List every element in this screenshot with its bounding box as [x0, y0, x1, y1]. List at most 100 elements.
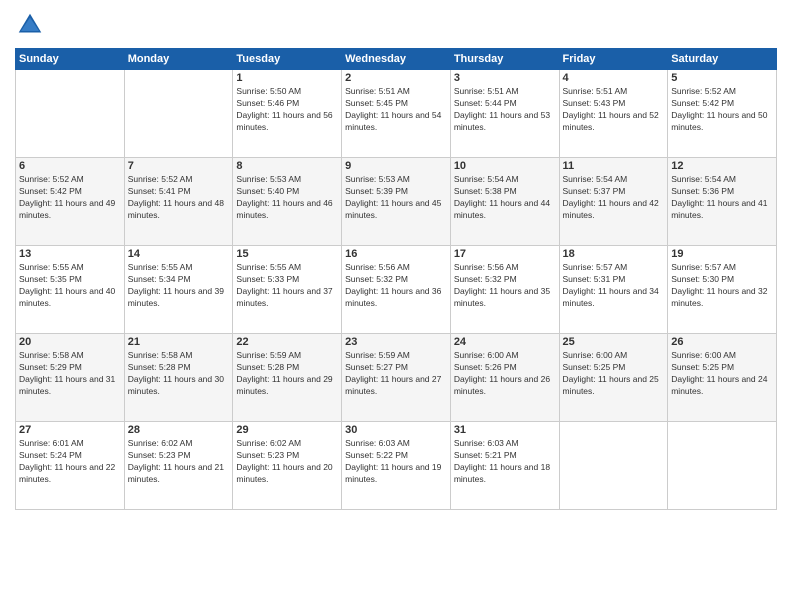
day-info: Sunrise: 5:50 AMSunset: 5:46 PMDaylight:… [236, 86, 338, 134]
day-cell: 6 Sunrise: 5:52 AMSunset: 5:42 PMDaylight… [16, 158, 125, 246]
day-number: 31 [454, 424, 556, 436]
day-cell [124, 70, 233, 158]
page: SundayMondayTuesdayWednesdayThursdayFrid… [0, 0, 792, 612]
day-info: Sunrise: 5:57 AMSunset: 5:30 PMDaylight:… [671, 262, 773, 310]
day-info: Sunrise: 5:56 AMSunset: 5:32 PMDaylight:… [454, 262, 556, 310]
day-info: Sunrise: 5:52 AMSunset: 5:42 PMDaylight:… [671, 86, 773, 134]
day-info: Sunrise: 5:52 AMSunset: 5:41 PMDaylight:… [128, 174, 230, 222]
day-info: Sunrise: 5:59 AMSunset: 5:28 PMDaylight:… [236, 350, 338, 398]
day-info: Sunrise: 5:53 AMSunset: 5:40 PMDaylight:… [236, 174, 338, 222]
day-cell: 4Sunrise: 5:51 AMSunset: 5:43 PMDaylight… [559, 70, 668, 158]
day-cell [668, 422, 777, 510]
day-number: 16 [345, 248, 447, 260]
day-info: Sunrise: 6:00 AMSunset: 5:26 PMDaylight:… [454, 350, 556, 398]
day-number: 17 [454, 248, 556, 260]
day-number: 7 [128, 160, 230, 172]
weekday-header-saturday: Saturday [668, 49, 777, 70]
logo [15, 10, 49, 40]
day-number: 25 [563, 336, 665, 348]
day-info: Sunrise: 5:55 AMSunset: 5:35 PMDaylight:… [19, 262, 121, 310]
day-number: 20 [19, 336, 121, 348]
day-cell: 13 Sunrise: 5:55 AMSunset: 5:35 PMDayligh… [16, 246, 125, 334]
week-row-1: 1 Sunrise: 5:50 AMSunset: 5:46 PMDaylight… [16, 70, 777, 158]
day-cell: 15Sunrise: 5:55 AMSunset: 5:33 PMDayligh… [233, 246, 342, 334]
day-cell: 29Sunrise: 6:02 AMSunset: 5:23 PMDayligh… [233, 422, 342, 510]
day-number: 21 [128, 336, 230, 348]
weekday-header-sunday: Sunday [16, 49, 125, 70]
day-number: 26 [671, 336, 773, 348]
header [15, 10, 777, 40]
day-cell: 2 Sunrise: 5:51 AMSunset: 5:45 PMDaylight… [342, 70, 451, 158]
day-info: Sunrise: 5:58 AMSunset: 5:28 PMDaylight:… [128, 350, 230, 398]
day-info: Sunrise: 6:02 AMSunset: 5:23 PMDaylight:… [128, 438, 230, 486]
day-info: Sunrise: 5:51 AMSunset: 5:44 PMDaylight:… [454, 86, 556, 134]
day-cell: 12Sunrise: 5:54 AMSunset: 5:36 PMDayligh… [668, 158, 777, 246]
day-info: Sunrise: 5:55 AMSunset: 5:34 PMDaylight:… [128, 262, 230, 310]
day-cell: 3 Sunrise: 5:51 AMSunset: 5:44 PMDaylight… [450, 70, 559, 158]
week-row-3: 13 Sunrise: 5:55 AMSunset: 5:35 PMDayligh… [16, 246, 777, 334]
day-cell: 27Sunrise: 6:01 AMSunset: 5:24 PMDayligh… [16, 422, 125, 510]
day-info: Sunrise: 5:54 AMSunset: 5:37 PMDaylight:… [563, 174, 665, 222]
day-number: 28 [128, 424, 230, 436]
day-number: 9 [345, 160, 447, 172]
day-cell: 9 Sunrise: 5:53 AMSunset: 5:39 PMDaylight… [342, 158, 451, 246]
day-cell [559, 422, 668, 510]
day-info: Sunrise: 5:54 AMSunset: 5:38 PMDaylight:… [454, 174, 556, 222]
day-cell [16, 70, 125, 158]
day-info: Sunrise: 5:53 AMSunset: 5:39 PMDaylight:… [345, 174, 447, 222]
day-number: 29 [236, 424, 338, 436]
day-info: Sunrise: 6:03 AMSunset: 5:22 PMDaylight:… [345, 438, 447, 486]
day-cell: 16 Sunrise: 5:56 AMSunset: 5:32 PMDayligh… [342, 246, 451, 334]
day-number: 30 [345, 424, 447, 436]
day-cell: 7 Sunrise: 5:52 AMSunset: 5:41 PMDaylight… [124, 158, 233, 246]
day-cell: 26 Sunrise: 6:00 AMSunset: 5:25 PMDayligh… [668, 334, 777, 422]
day-number: 15 [236, 248, 338, 260]
day-number: 2 [345, 72, 447, 84]
day-number: 27 [19, 424, 121, 436]
day-cell: 24Sunrise: 6:00 AMSunset: 5:26 PMDayligh… [450, 334, 559, 422]
day-number: 13 [19, 248, 121, 260]
week-row-4: 20 Sunrise: 5:58 AMSunset: 5:29 PMDayligh… [16, 334, 777, 422]
day-number: 8 [236, 160, 338, 172]
day-number: 14 [128, 248, 230, 260]
day-cell: 22 Sunrise: 5:59 AMSunset: 5:28 PMDayligh… [233, 334, 342, 422]
day-cell: 10 Sunrise: 5:54 AMSunset: 5:38 PMDayligh… [450, 158, 559, 246]
day-cell: 5 Sunrise: 5:52 AMSunset: 5:42 PMDaylight… [668, 70, 777, 158]
day-cell: 19 Sunrise: 5:57 AMSunset: 5:30 PMDayligh… [668, 246, 777, 334]
day-info: Sunrise: 5:51 AMSunset: 5:43 PMDaylight:… [563, 86, 665, 134]
weekday-header-monday: Monday [124, 49, 233, 70]
week-row-2: 6 Sunrise: 5:52 AMSunset: 5:42 PMDaylight… [16, 158, 777, 246]
day-number: 6 [19, 160, 121, 172]
day-number: 3 [454, 72, 556, 84]
day-number: 5 [671, 72, 773, 84]
day-info: Sunrise: 5:58 AMSunset: 5:29 PMDaylight:… [19, 350, 121, 398]
day-cell: 28 Sunrise: 6:02 AMSunset: 5:23 PMDayligh… [124, 422, 233, 510]
day-number: 10 [454, 160, 556, 172]
day-number: 1 [236, 72, 338, 84]
day-info: Sunrise: 6:00 AMSunset: 5:25 PMDaylight:… [671, 350, 773, 398]
day-info: Sunrise: 5:57 AMSunset: 5:31 PMDaylight:… [563, 262, 665, 310]
calendar-table: SundayMondayTuesdayWednesdayThursdayFrid… [15, 48, 777, 510]
day-info: Sunrise: 6:00 AMSunset: 5:25 PMDaylight:… [563, 350, 665, 398]
logo-icon [15, 10, 45, 40]
weekday-header-friday: Friday [559, 49, 668, 70]
day-number: 19 [671, 248, 773, 260]
day-number: 18 [563, 248, 665, 260]
weekday-header-thursday: Thursday [450, 49, 559, 70]
day-number: 22 [236, 336, 338, 348]
day-cell: 1 Sunrise: 5:50 AMSunset: 5:46 PMDaylight… [233, 70, 342, 158]
day-info: Sunrise: 5:52 AMSunset: 5:42 PMDaylight:… [19, 174, 121, 222]
day-info: Sunrise: 5:56 AMSunset: 5:32 PMDaylight:… [345, 262, 447, 310]
day-info: Sunrise: 5:59 AMSunset: 5:27 PMDaylight:… [345, 350, 447, 398]
day-cell: 23Sunrise: 5:59 AMSunset: 5:27 PMDayligh… [342, 334, 451, 422]
day-number: 11 [563, 160, 665, 172]
day-cell: 31Sunrise: 6:03 AMSunset: 5:21 PMDayligh… [450, 422, 559, 510]
day-info: Sunrise: 5:51 AMSunset: 5:45 PMDaylight:… [345, 86, 447, 134]
day-cell: 25 Sunrise: 6:00 AMSunset: 5:25 PMDayligh… [559, 334, 668, 422]
day-cell: 30 Sunrise: 6:03 AMSunset: 5:22 PMDayligh… [342, 422, 451, 510]
weekday-header-tuesday: Tuesday [233, 49, 342, 70]
weekday-header-wednesday: Wednesday [342, 49, 451, 70]
day-cell: 20 Sunrise: 5:58 AMSunset: 5:29 PMDayligh… [16, 334, 125, 422]
day-cell: 11 Sunrise: 5:54 AMSunset: 5:37 PMDayligh… [559, 158, 668, 246]
day-cell: 8 Sunrise: 5:53 AMSunset: 5:40 PMDaylight… [233, 158, 342, 246]
